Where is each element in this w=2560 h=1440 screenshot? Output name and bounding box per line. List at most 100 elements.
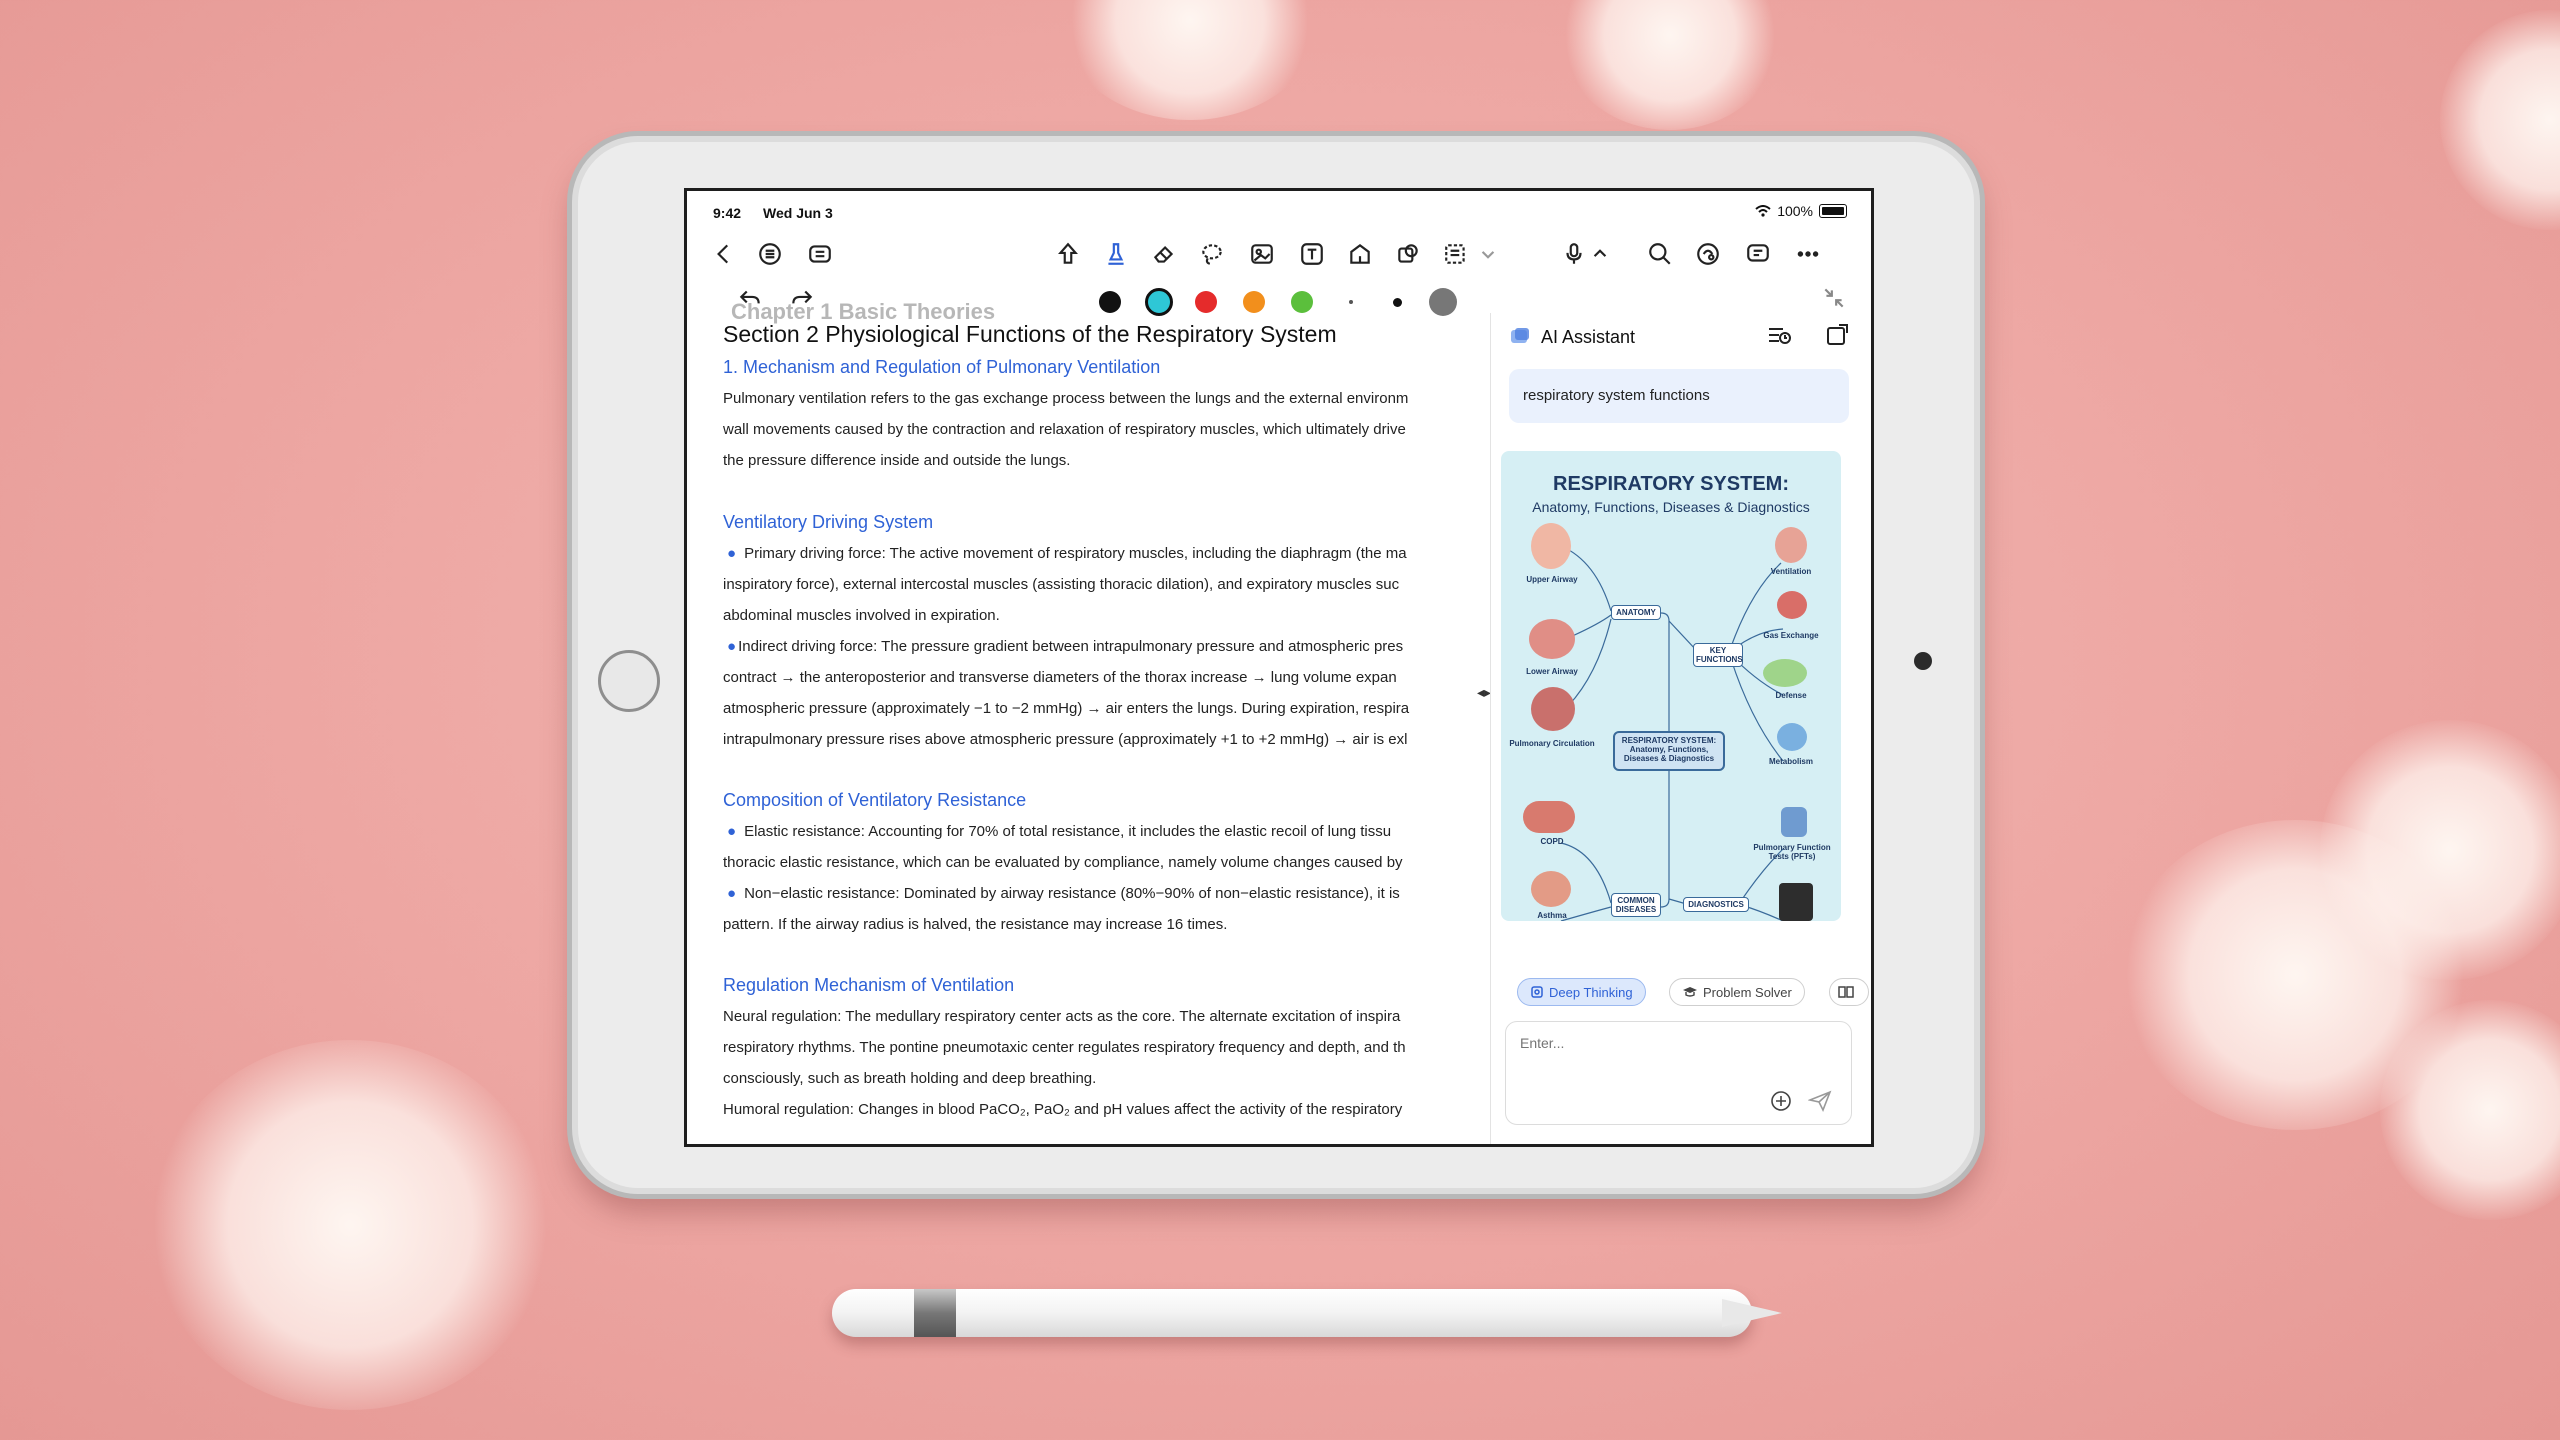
chat-input-box (1505, 1021, 1852, 1125)
status-time: 9:42 (713, 205, 742, 221)
text-line: intrapulmonary pressure rises above atmo… (723, 731, 1408, 748)
text-icon[interactable] (1295, 237, 1329, 271)
outline-icon[interactable] (753, 237, 787, 271)
pencil-band (914, 1289, 956, 1337)
chip-problem-solver[interactable]: Problem Solver (1669, 978, 1805, 1006)
bokeh-light (1060, 0, 1320, 120)
history-icon[interactable] (1766, 323, 1792, 352)
branch-common-diseases: COMMON DISEASES (1611, 893, 1661, 917)
ventilation-illustration (1775, 527, 1807, 563)
sticker-icon[interactable] (1391, 237, 1425, 271)
lungs-illustration (1529, 619, 1575, 659)
stylus-pencil (832, 1289, 1782, 1337)
text-line: contract → the anteroposterior and trans… (723, 669, 1397, 686)
heart-lung-illustration (1531, 687, 1575, 731)
send-icon[interactable] (1807, 1090, 1832, 1117)
add-attachment-icon[interactable] (1770, 1090, 1792, 1117)
label-asthma: Asthma (1537, 911, 1567, 920)
ai-icon[interactable] (1691, 237, 1725, 271)
comment-icon[interactable] (1741, 237, 1775, 271)
ai-assistant-panel: AI Assistant respiratory system function… (1490, 313, 1871, 1144)
infographic-center-node: RESPIRATORY SYSTEM: Anatomy, Functions, … (1613, 731, 1725, 771)
ai-logo-icon (1511, 328, 1529, 343)
chip-problem-solver-label: Problem Solver (1703, 984, 1792, 1000)
deep-thinking-icon (1531, 986, 1543, 998)
image-icon[interactable] (1245, 237, 1279, 271)
bokeh-light (150, 1040, 550, 1410)
label-pulmonary-circulation: Pulmonary Circulation (1509, 739, 1595, 748)
label-defense: Defense (1775, 691, 1807, 700)
text-line: Neural regulation: The medullary respira… (723, 1008, 1401, 1025)
heading-regulation: Regulation Mechanism of Ventilation (723, 975, 1015, 995)
back-chevron-icon[interactable] (707, 237, 741, 271)
text-line: pattern. If the airway radius is halved,… (723, 916, 1228, 933)
bullet-dot: ● (727, 638, 737, 655)
bullet-dot: ● (727, 545, 737, 562)
pen-icon[interactable] (1099, 237, 1133, 271)
label-ventilation: Ventilation (1770, 567, 1812, 576)
text-line: atmospheric pressure (approximately −1 t… (723, 700, 1410, 717)
defense-illustration (1763, 659, 1807, 687)
battery-percent: 100% (1777, 203, 1813, 219)
shape-icon[interactable] (1343, 237, 1377, 271)
metabolism-illustration (1777, 723, 1807, 751)
eraser-icon[interactable] (1147, 237, 1181, 271)
user-query-bubble: respiratory system functions (1509, 369, 1849, 423)
text-line: Pulmonary ventilation refers to the gas … (723, 390, 1409, 407)
battery-icon (1819, 204, 1847, 218)
chat-input[interactable] (1518, 1034, 1802, 1052)
tablet-screen: 9:42 Wed Jun 3 100% Chapter 1 Basic Theo… (684, 188, 1874, 1147)
asthma-illustration (1531, 871, 1571, 907)
branch-diagnostics: DIAGNOSTICS (1683, 897, 1749, 912)
text-line: inspiratory force), external intercostal… (723, 576, 1400, 593)
text-line: thoracic elastic resistance, which can b… (723, 854, 1403, 871)
status-right: 100% (1755, 203, 1847, 219)
text-line: the pressure difference inside and outsi… (723, 452, 1071, 469)
bullet-line: ● Elastic resistance: Accounting for 70% … (727, 824, 1391, 839)
status-bar: 9:42 Wed Jun 3 100% (687, 191, 1871, 225)
text-line: Indirect driving force: The pressure gra… (738, 638, 1404, 655)
more-icon[interactable] (1791, 237, 1825, 271)
pft-illustration (1781, 807, 1807, 837)
text-line: wall movements caused by the contraction… (723, 421, 1406, 438)
home-button[interactable] (598, 650, 660, 712)
label-lower-airway: Lower Airway (1526, 667, 1578, 676)
pencil-tip (1722, 1299, 1782, 1327)
search-icon[interactable] (1643, 237, 1677, 271)
label-pft: Pulmonary Function Tests (PFTs) (1753, 843, 1831, 861)
ai-title: AI Assistant (1541, 327, 1636, 347)
chevron-up-icon[interactable] (1583, 237, 1617, 271)
heading-resistance: Composition of Ventilatory Resistance (723, 790, 1027, 810)
heading-mechanism: 1. Mechanism and Regulation of Pulmonary… (723, 357, 1161, 377)
respiratory-infographic[interactable]: RESPIRATORY SYSTEM: Anatomy, Functions, … (1501, 451, 1841, 921)
label-metabolism: Metabolism (1768, 757, 1813, 766)
text-line: Non−elastic resistance: Dominated by air… (744, 885, 1400, 902)
lasso-icon[interactable] (1195, 237, 1229, 271)
text-line: Primary driving force: The active moveme… (744, 545, 1407, 562)
chevron-down-icon[interactable] (1471, 237, 1505, 271)
new-chat-icon[interactable] (1825, 323, 1849, 352)
text-line: consciously, such as breath holding and … (723, 1070, 1097, 1087)
copd-illustration (1523, 801, 1575, 833)
branch-anatomy: ANATOMY (1611, 605, 1661, 620)
ai-header: AI Assistant (1491, 313, 1871, 357)
split-resize-handle[interactable]: ◂▸ (1477, 684, 1491, 701)
notes-icon[interactable] (803, 237, 837, 271)
book-icon (1838, 986, 1854, 998)
status-date: Wed Jun 3 (763, 205, 833, 221)
gas-exchange-illustration (1777, 591, 1807, 619)
section-title: Section 2 Physiological Functions of the… (723, 321, 1337, 347)
pointer-icon[interactable] (1051, 237, 1085, 271)
chip-deep-thinking[interactable]: Deep Thinking (1517, 978, 1646, 1006)
airway-illustration (1531, 523, 1571, 569)
camera (1914, 652, 1932, 670)
chip-deep-thinking-label: Deep Thinking (1549, 984, 1633, 1000)
chip-more[interactable] (1829, 978, 1869, 1006)
branch-key-functions: KEY FUNCTIONS (1693, 643, 1743, 667)
main-toolbar (687, 231, 1871, 277)
bokeh-light (2440, 10, 2560, 230)
graduation-cap-icon (1683, 987, 1697, 997)
text-line: Elastic resistance: Accounting for 70% o… (744, 823, 1392, 840)
bullet-line: ● Primary driving force: The active movem… (727, 546, 1407, 561)
select-icon[interactable] (1439, 237, 1473, 271)
